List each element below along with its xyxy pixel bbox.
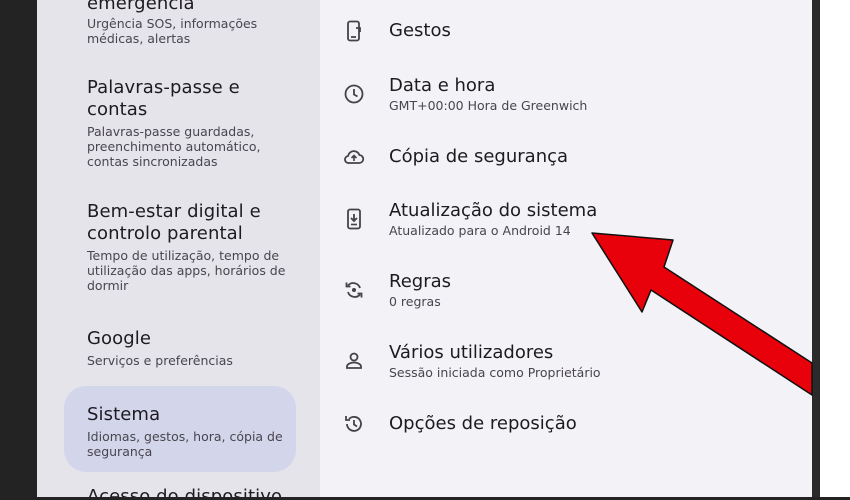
item-title: Sistema: [87, 404, 161, 425]
settings-item-device-access[interactable]: Acesso do dispositivo: [87, 486, 297, 497]
item-subtitle: Palavras-passe guardadas, preenchimento …: [87, 124, 261, 169]
system-item-multiple-users[interactable]: Vários utilizadores Sessão iniciada como…: [320, 337, 812, 387]
system-item-data-hora[interactable]: Data e hora GMT+00:00 Hora de Greenwich: [320, 70, 812, 120]
item-title: Regras: [389, 271, 452, 292]
item-title: Data e hora: [389, 75, 496, 96]
item-title: Gestos: [389, 20, 451, 41]
item-title: Bem-estar digital e controlo parental: [87, 201, 261, 244]
item-subtitle: Atualizado para o Android 14: [389, 223, 571, 238]
person-icon: [346, 352, 362, 369]
settings-item-google[interactable]: Google Serviços e preferências: [87, 328, 297, 368]
settings-item-emergencia[interactable]: emergência Urgência SOS, informações méd…: [87, 0, 297, 46]
item-title: Vários utilizadores: [389, 342, 554, 363]
history-icon: [345, 416, 362, 432]
item-subtitle: Urgência SOS, informações médicas, alert…: [87, 16, 258, 46]
item-title: Google: [87, 328, 152, 349]
item-subtitle: Serviços e preferências: [87, 353, 233, 368]
clock-icon: [344, 84, 364, 104]
item-title: Atualização do sistema: [389, 200, 598, 221]
settings-categories-pane: emergência Urgência SOS, informações méd…: [37, 0, 320, 497]
system-item-reset-options[interactable]: Opções de reposição: [320, 408, 812, 444]
system-item-regras[interactable]: Regras 0 regras: [320, 266, 812, 316]
cloud-upload-icon: [344, 150, 365, 164]
item-title: Palavras-passe e contas: [87, 77, 240, 120]
item-title: Cópia de segurança: [389, 146, 569, 167]
device-frame-left: [0, 0, 37, 500]
item-subtitle: Sessão iniciada como Proprietário: [389, 365, 601, 380]
system-item-gestos[interactable]: Gestos: [320, 14, 812, 50]
system-item-backup[interactable]: Cópia de segurança: [320, 140, 812, 176]
item-title: Opções de reposição: [389, 413, 577, 434]
gestures-icon: [347, 20, 361, 42]
page-margin-right: [820, 0, 850, 500]
item-subtitle: 0 regras: [389, 294, 441, 309]
item-title: emergência: [87, 0, 195, 14]
item-subtitle: GMT+00:00 Hora de Greenwich: [389, 98, 588, 113]
system-item-system-update[interactable]: Atualização do sistema Atualizado para o…: [320, 195, 812, 245]
settings-item-passwords[interactable]: Palavras-passe e contas Palavras-passe g…: [87, 77, 297, 169]
rules-icon: [345, 282, 363, 298]
settings-item-digital-wellbeing[interactable]: Bem-estar digital e controlo parental Te…: [87, 201, 297, 293]
system-settings-pane: Gestos Data e hora GMT+00:00 Hora de Gre…: [320, 0, 812, 497]
settings-item-sistema[interactable]: Sistema Idiomas, gestos, hora, cópia de …: [87, 404, 297, 459]
system-update-icon: [347, 208, 361, 230]
item-title: Acesso do dispositivo: [87, 486, 283, 497]
item-subtitle: Tempo de utilização, tempo de utilização…: [87, 248, 286, 293]
item-subtitle: Idiomas, gestos, hora, cópia de seguranç…: [87, 429, 283, 459]
